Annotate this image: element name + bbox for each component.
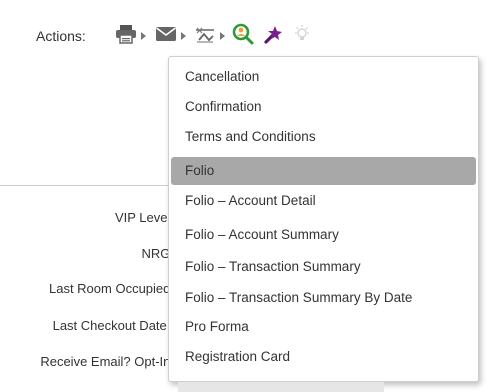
vip-level-label: VIP Level: — [114, 210, 174, 225]
lightbulb-icon — [292, 24, 312, 44]
menu-item-folio-account-detail[interactable]: Folio – Account Detail — [171, 187, 476, 215]
menu-item-folio-account-summary[interactable]: Folio – Account Summary — [171, 221, 476, 249]
email-button[interactable] — [155, 22, 177, 46]
last-checkout-date-label: Last Checkout Date : — [52, 318, 174, 333]
fax-button[interactable] — [194, 22, 216, 46]
fax-dropdown-caret-icon[interactable] — [220, 32, 225, 40]
actions-label: Actions: — [36, 28, 86, 44]
magic-wand-icon — [263, 23, 285, 45]
menu-item-registration-card[interactable]: Registration Card — [171, 343, 476, 371]
menu-item-cancellation[interactable]: Cancellation — [171, 63, 476, 91]
input-field-partial[interactable] — [178, 382, 384, 392]
wand-button[interactable] — [263, 22, 285, 46]
section-divider — [0, 185, 168, 186]
search-guest-button[interactable] — [232, 22, 254, 46]
receive-email-opt-in-label: Receive Email? Opt-In: — [40, 354, 174, 369]
print-dropdown-caret-icon[interactable] — [141, 32, 146, 40]
menu-item-pro-forma[interactable]: Pro Forma — [171, 313, 476, 341]
menu-item-folio[interactable]: Folio — [171, 157, 476, 185]
last-room-occupied-label: Last Room Occupied: — [48, 281, 174, 296]
fax-icon — [194, 24, 216, 44]
print-button[interactable] — [115, 22, 137, 46]
search-person-icon — [232, 23, 254, 45]
mail-icon — [155, 25, 177, 43]
menu-item-confirmation[interactable]: Confirmation — [171, 93, 476, 121]
menu-item-folio-transaction-summary[interactable]: Folio – Transaction Summary — [171, 253, 476, 281]
printer-icon — [115, 24, 137, 44]
tip-button[interactable] — [292, 22, 312, 46]
menu-item-folio-transaction-summary-by-date[interactable]: Folio – Transaction Summary By Date — [171, 284, 476, 312]
documents-dropdown-menu: Cancellation Confirmation Terms and Cond… — [168, 56, 479, 382]
menu-item-terms-and-conditions[interactable]: Terms and Conditions — [171, 123, 476, 151]
email-dropdown-caret-icon[interactable] — [181, 32, 186, 40]
